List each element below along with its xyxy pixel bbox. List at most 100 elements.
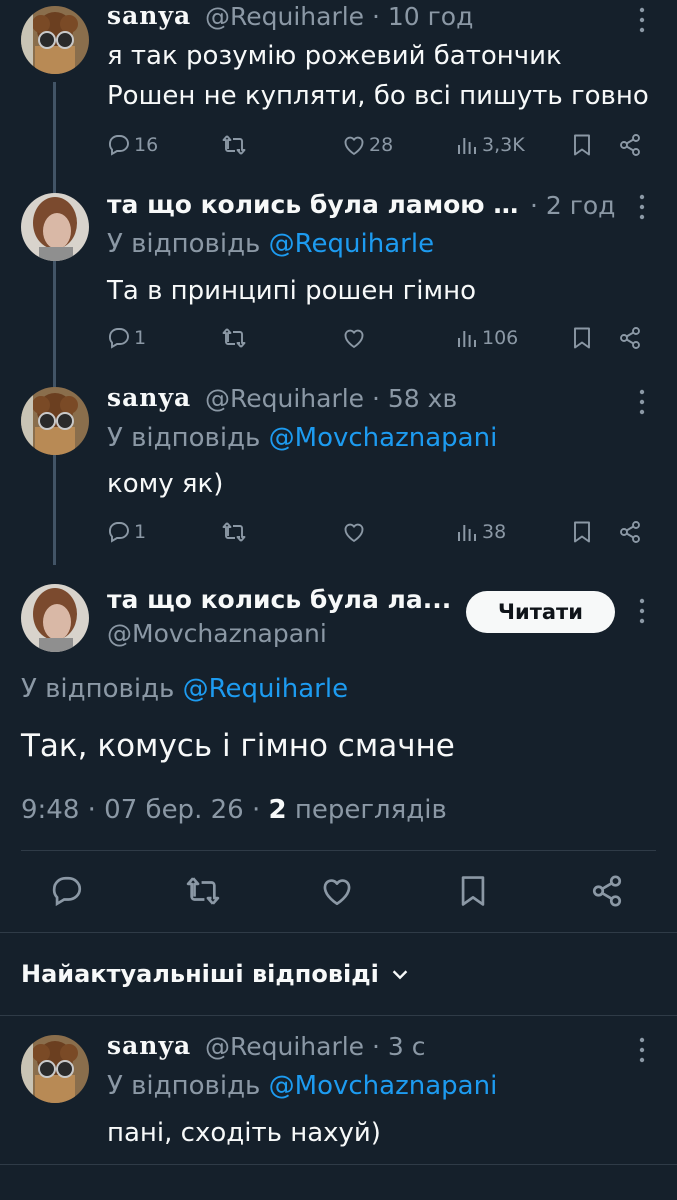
share-button[interactable]	[590, 874, 624, 908]
replies-sort-dropdown[interactable]: Найактуальніші відповіді	[21, 960, 411, 988]
divider	[21, 850, 656, 851]
divider	[0, 932, 677, 933]
like-button[interactable]	[342, 520, 366, 544]
share-icon	[620, 134, 640, 156]
reply-to: У відповідь @Requiharle	[21, 674, 348, 704]
reply-prefix: У відповідь	[21, 674, 183, 704]
view-count: 106	[482, 327, 519, 349]
share-button[interactable]	[618, 520, 642, 544]
more-options-icon[interactable]	[632, 597, 652, 625]
views-count: 2	[268, 795, 287, 825]
reply-prefix: У відповідь	[107, 1071, 269, 1101]
author-handle-time[interactable]: @Requiharle · 3 с	[205, 1032, 426, 1061]
retweet-button[interactable]	[186, 874, 220, 908]
follow-button[interactable]: Читати	[466, 591, 615, 633]
retweet-button[interactable]	[222, 326, 246, 350]
tweet-text-line: Рошен не купляти, бо всі пишуть говно	[107, 81, 649, 111]
retweet-button[interactable]	[222, 520, 246, 544]
tweet-timestamp[interactable]: 9:48 · 07 бер. 26 ·	[21, 795, 268, 825]
avatar[interactable]	[21, 193, 89, 261]
views-button[interactable]: 106	[455, 326, 518, 350]
view-count: 3,3K	[482, 134, 525, 156]
reply-to: У відповідь @Requiharle	[107, 229, 434, 259]
like-button[interactable]: 28	[342, 133, 393, 157]
reply-to: У відповідь @Movchaznapani	[107, 1071, 497, 1101]
heart-icon	[344, 329, 364, 348]
tweet-text: кому як)	[107, 469, 224, 499]
reply-to-link[interactable]: @Movchaznapani	[269, 423, 498, 453]
author-name[interactable]: sanya	[107, 1, 191, 30]
views-label: переглядів	[286, 795, 447, 825]
retweet-icon	[222, 328, 246, 348]
reply-to-link[interactable]: @Movchaznapani	[269, 1071, 498, 1101]
chevron-down-icon	[392, 970, 408, 980]
heart-icon	[323, 879, 351, 906]
retweet-icon	[186, 876, 220, 906]
views-icon	[458, 524, 476, 542]
retweet-icon	[222, 135, 246, 155]
share-button[interactable]	[618, 326, 642, 350]
views-icon	[458, 137, 476, 155]
more-options-icon[interactable]	[632, 193, 652, 221]
share-icon	[620, 521, 640, 543]
view-count: 38	[482, 521, 507, 543]
views-button[interactable]: 38	[455, 520, 506, 544]
reply-icon	[109, 328, 129, 348]
bookmark-icon	[461, 876, 485, 906]
bookmark-icon	[574, 134, 590, 156]
reply-to-link[interactable]: @Requiharle	[183, 674, 348, 704]
tweet-meta: 9:48 · 07 бер. 26 · 2 переглядів	[21, 795, 447, 825]
bookmark-button[interactable]	[570, 133, 594, 157]
bookmark-icon	[574, 521, 590, 543]
reply-button[interactable]: 1	[107, 326, 146, 350]
author-handle-time[interactable]: @Requiharle · 10 год	[205, 2, 473, 31]
like-button[interactable]	[342, 326, 366, 350]
author-handle-time[interactable]: @Requiharle · 58 хв	[205, 384, 457, 413]
heart-icon	[344, 136, 364, 155]
author-name[interactable]: sanya	[107, 383, 191, 412]
tweet-text: пані, сходіть нахуй)	[107, 1118, 381, 1148]
reply-icon	[52, 876, 82, 906]
share-icon	[592, 875, 622, 907]
reply-prefix: У відповідь	[107, 229, 269, 259]
avatar[interactable]	[21, 6, 89, 74]
views-icon	[458, 330, 476, 348]
reply-count: 1	[134, 521, 147, 543]
more-options-icon[interactable]	[632, 1036, 652, 1064]
heart-icon	[344, 523, 364, 542]
views-button[interactable]: 3,3K	[455, 133, 525, 157]
like-button[interactable]	[320, 874, 354, 908]
avatar[interactable]	[21, 1035, 89, 1103]
reply-to: У відповідь @Movchaznapani	[107, 423, 497, 453]
bookmark-button[interactable]	[570, 326, 594, 350]
avatar[interactable]	[21, 584, 89, 652]
tweet-text: Та в принципі рошен гімно	[107, 276, 477, 306]
thread-line	[53, 82, 56, 565]
more-options-icon[interactable]	[632, 388, 652, 416]
share-icon	[620, 327, 640, 349]
reply-button[interactable]	[50, 874, 84, 908]
bookmark-button[interactable]	[456, 874, 490, 908]
tweet-text-line: я так розумію рожевий батончик	[107, 41, 562, 71]
author-name[interactable]: та що колись була ла...	[107, 585, 451, 614]
tweet-time[interactable]: · 2 год	[530, 191, 615, 220]
reply-to-link[interactable]: @Requiharle	[269, 229, 434, 259]
more-options-icon[interactable]	[632, 6, 652, 34]
reply-prefix: У відповідь	[107, 423, 269, 453]
main-tweet-text: Так, комусь і гімно смачне	[21, 728, 455, 764]
reply-button[interactable]: 1	[107, 520, 146, 544]
like-count: 28	[369, 134, 394, 156]
avatar[interactable]	[21, 387, 89, 455]
reply-count: 16	[134, 134, 159, 156]
retweet-icon	[222, 522, 246, 542]
author-name[interactable]: та що колись була ламою …	[107, 190, 518, 219]
reply-icon	[109, 135, 129, 155]
reply-button[interactable]: 16	[107, 133, 158, 157]
share-button[interactable]	[618, 133, 642, 157]
author-handle[interactable]: @Movchaznapani	[107, 619, 327, 648]
bookmark-icon	[574, 327, 590, 349]
author-name[interactable]: sanya	[107, 1031, 191, 1060]
replies-sort-label: Найактуальніші відповіді	[21, 960, 379, 988]
retweet-button[interactable]	[222, 133, 246, 157]
bookmark-button[interactable]	[570, 520, 594, 544]
